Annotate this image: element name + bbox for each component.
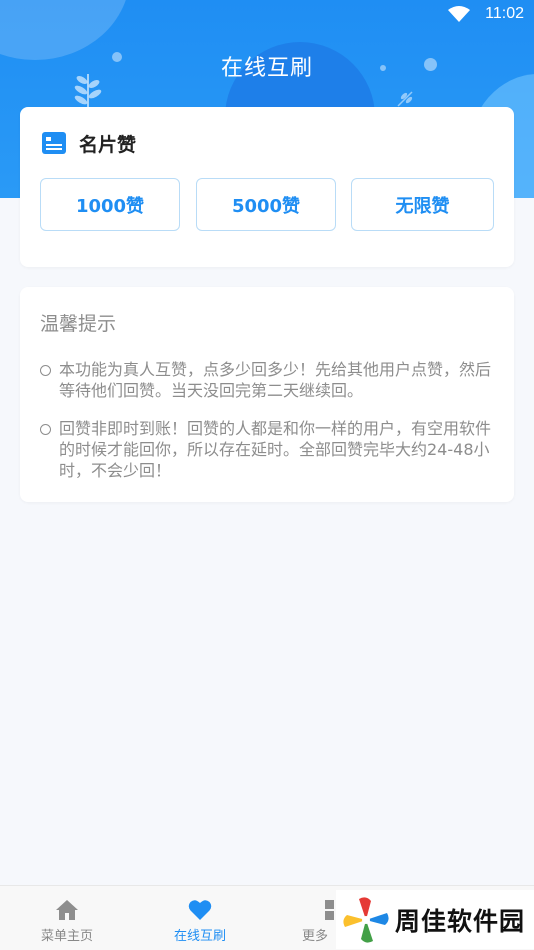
nav-label: 菜单主页 [40, 929, 93, 944]
option-1000-likes-button[interactable]: 1000赞 [40, 178, 180, 231]
circle-bullet-icon [40, 424, 51, 435]
tips-title: 温馨提示 [40, 313, 117, 335]
leaf-decor-icon [397, 91, 413, 107]
status-bar: 11:02 [0, 0, 534, 30]
nav-label: 在线互刷 [173, 929, 226, 944]
page-title: 在线互刷 [220, 56, 313, 81]
tip-text: 本功能为真人互赞，点多少回多少！先给其他用户点赞，然后等待他们回赞。当天没回完第… [59, 360, 492, 400]
likes-card-header: 名片赞 [42, 130, 136, 156]
business-card-icon [42, 132, 66, 154]
wifi-icon [448, 6, 470, 22]
watermark-logo-icon [343, 896, 389, 943]
watermark: 周佳软件园 [336, 890, 534, 949]
status-time: 11:02 [485, 5, 524, 22]
tip-text: 回赞非即时到账！回赞的人都是和你一样的用户，有空用软件的时候才能回你，所以存在延… [59, 419, 492, 480]
nav-item-online-exchange[interactable]: 在线互刷 [140, 886, 260, 950]
tips-card: 温馨提示 本功能为真人互赞，点多少回多少！先给其他用户点赞，然后等待他们回赞。当… [20, 287, 514, 502]
option-5000-likes-button[interactable]: 5000赞 [196, 178, 336, 231]
option-unlimited-likes-button[interactable]: 无限赞 [351, 178, 494, 231]
likes-card-title: 名片赞 [79, 133, 137, 156]
nav-item-menu-home[interactable]: 菜单主页 [7, 886, 127, 950]
watermark-text: 周佳软件园 [395, 906, 526, 936]
tip-item: 回赞非即时到账！回赞的人都是和你一样的用户，有空用软件的时候才能回你，所以存在延… [40, 418, 495, 481]
circle-bullet-icon [40, 365, 51, 376]
tip-item: 本功能为真人互赞，点多少回多少！先给其他用户点赞，然后等待他们回赞。当天没回完第… [40, 359, 495, 401]
heart-icon [188, 900, 212, 920]
home-icon [56, 900, 78, 920]
likes-card: 名片赞 1000赞 5000赞 无限赞 [20, 107, 514, 267]
